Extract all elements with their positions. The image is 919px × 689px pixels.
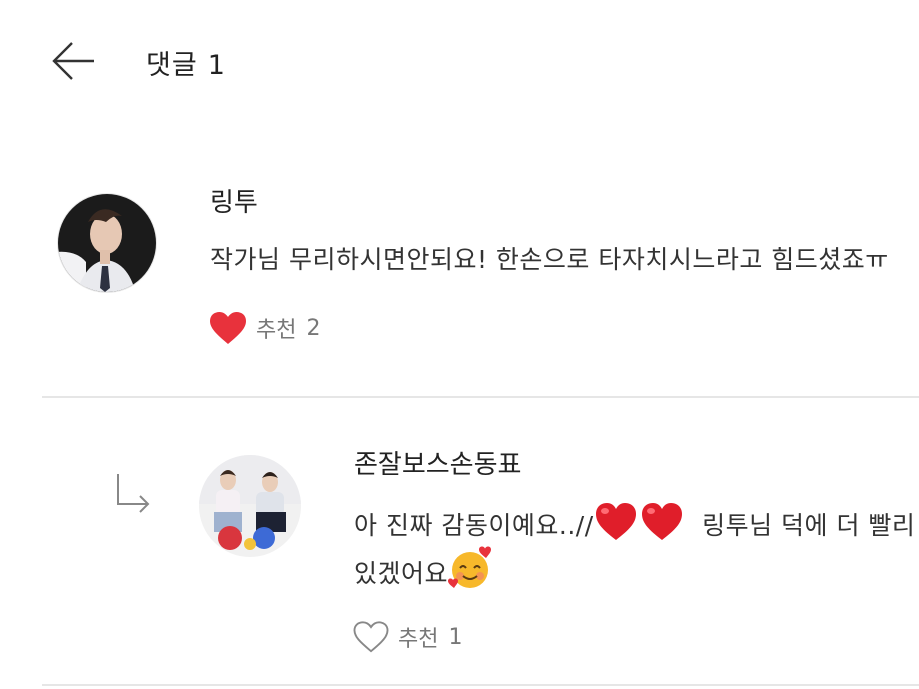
avatar[interactable]	[198, 454, 302, 558]
reply-text-part2: 링투님 덕에 더 빨리	[702, 511, 916, 540]
like-label: 추천	[398, 627, 439, 652]
reply-text-line2: 있겠어요	[354, 546, 494, 596]
like-button[interactable]: 추천 2	[208, 310, 320, 346]
comment-item: 링투 작가님 무리하시면안되요! 한손으로 타자치시느라고 힘드셨죠ㅠ 추천 2	[0, 0, 919, 396]
avatar[interactable]	[56, 192, 158, 294]
like-count: 2	[306, 315, 321, 341]
heart-outline-icon	[353, 621, 389, 653]
reply-author[interactable]: 존잘보스손동표	[354, 444, 521, 481]
heart-emoji	[594, 502, 686, 548]
reply-text: 아 진짜 감동이예요..// 링투님 덕에 더 빨리	[354, 502, 915, 548]
reply-text-part1: 아 진짜 감동이예요..//	[354, 511, 594, 540]
comment-author[interactable]: 링투	[210, 182, 258, 219]
divider	[42, 684, 919, 686]
like-button[interactable]: 추천 1	[352, 620, 462, 654]
reply-item: 존잘보스손동표 아 진짜 감동이예요..// 링투님 덕에 더 빨리 있겠어요	[0, 398, 919, 688]
like-count: 1	[448, 624, 463, 650]
comment-text: 작가님 무리하시면안되요! 한손으로 타자치시느라고 힘드셨죠ㅠ	[210, 245, 889, 274]
avatar-image	[57, 193, 157, 293]
comments-page: 댓글 1 링투 작가님 무리하시면안되요! 한손으로 타자치시느라고 힘드셨죠ㅠ…	[0, 0, 919, 689]
avatar-image	[199, 455, 301, 557]
reply-text-line2-text: 있겠어요	[354, 559, 449, 588]
like-label: 추천	[256, 318, 297, 343]
smiling-face-with-hearts-emoji	[448, 546, 494, 596]
heart-filled-icon	[210, 312, 246, 344]
